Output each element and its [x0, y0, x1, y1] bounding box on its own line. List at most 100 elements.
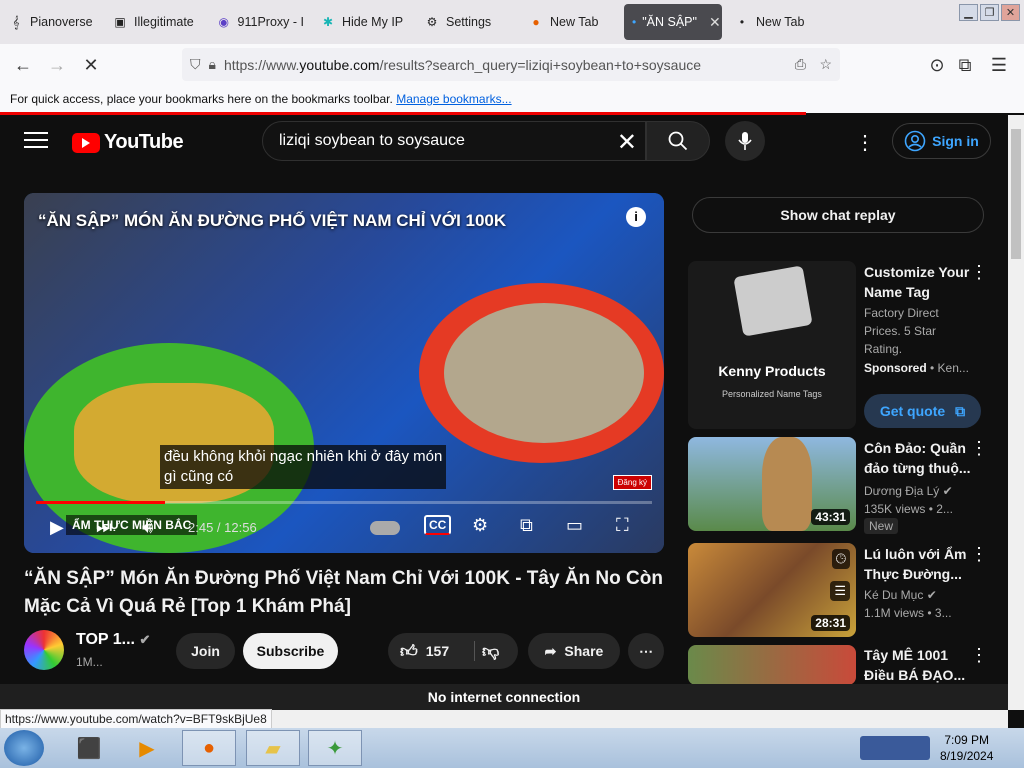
close-tab-icon[interactable]: ✕: [709, 14, 721, 31]
stop-icon[interactable]: ✕: [74, 48, 108, 82]
tracking-shield-icon[interactable]: ⛉: [190, 56, 201, 73]
video-menu-icon-2[interactable]: ⋮: [970, 544, 988, 565]
taskbar-media-icon[interactable]: ⬛: [62, 730, 116, 766]
vertical-scrollbar[interactable]: [1008, 115, 1024, 710]
tab-pianoverse[interactable]: 𝄞 Pianoverse: [0, 4, 104, 40]
tab-new-tab-1[interactable]: ● New Tab: [520, 4, 620, 40]
clear-search-icon[interactable]: ✕: [617, 128, 637, 157]
join-button[interactable]: Join: [176, 633, 235, 669]
tab-youtube-active[interactable]: • "ĂN SẬP" ✕: [624, 4, 722, 40]
thumbs-down-icon[interactable]: 👎︎: [482, 641, 499, 662]
proxy-icon: ◉: [218, 15, 229, 29]
like-button[interactable]: 👍︎ 157 👎︎: [388, 633, 518, 669]
youtube-logo[interactable]: YouTube: [72, 131, 184, 154]
start-button[interactable]: [4, 730, 44, 766]
name-tag-image: [733, 265, 813, 337]
settings-kebab-icon[interactable]: ⋮: [855, 130, 875, 155]
more-actions-button[interactable]: ⋯: [628, 633, 664, 669]
video-menu-icon-1[interactable]: ⋮: [970, 438, 988, 459]
divider: [474, 641, 475, 661]
fullscreen-icon[interactable]: ⛶: [616, 515, 629, 536]
video-title-3[interactable]: Tây MÊ 1001 Điều BÁ ĐẠO...: [864, 645, 974, 685]
ad-title[interactable]: Customize Your Name Tag: [864, 262, 974, 302]
next-icon[interactable]: ⏭: [96, 517, 112, 538]
system-clock[interactable]: 7:09 PM 8/19/2024: [940, 732, 993, 764]
search-button[interactable]: [646, 121, 710, 161]
hamburger-menu-icon[interactable]: [24, 132, 48, 150]
theater-mode-icon[interactable]: ▭: [566, 515, 583, 536]
autoplay-toggle[interactable]: [370, 521, 400, 535]
video-thumbnail-3[interactable]: [688, 645, 856, 685]
video-thumbnail-1[interactable]: 43:31: [688, 437, 856, 531]
verified-icon: ✔: [926, 588, 937, 602]
play-icon[interactable]: ▶: [50, 517, 64, 538]
video-title: “ĂN SẬP” Món Ăn Đường Phố Việt Nam Chỉ V…: [24, 568, 663, 617]
bookmark-star-icon[interactable]: ☆: [819, 56, 832, 73]
watch-later-icon[interactable]: 🕒︎: [831, 549, 850, 569]
channel-name[interactable]: TOP 1... ✔: [76, 631, 150, 649]
forward-icon[interactable]: →: [40, 48, 74, 82]
taskbar-firefox-icon[interactable]: ●: [182, 730, 236, 766]
channel-avatar[interactable]: [24, 630, 64, 670]
youtube-play-icon: [72, 132, 100, 153]
add-to-queue-icon[interactable]: ☰: [830, 581, 850, 601]
tab-illegitimate[interactable]: ▣ Illegitimate: [104, 4, 208, 40]
share-icon: ➦: [544, 642, 557, 659]
video-title-1[interactable]: Côn Đảo: Quần đảo từng thuộ...: [864, 438, 974, 478]
taskbar-media-player-icon[interactable]: ▶: [120, 730, 174, 766]
sign-in-button[interactable]: Sign in: [892, 123, 991, 159]
back-icon[interactable]: ←: [6, 48, 40, 82]
search-input[interactable]: liziqi soybean to soysauce ✕: [262, 121, 646, 161]
video-title-2[interactable]: Lú luôn với Ẩm Thực Đường...: [864, 544, 974, 584]
volume-icon[interactable]: 🔊︎: [142, 517, 153, 538]
taskbar-explorer-icon[interactable]: ▰: [246, 730, 300, 766]
taskbar-network-icon[interactable]: ✦: [308, 730, 362, 766]
thumbs-up-icon: 👍︎: [400, 641, 418, 661]
channel-name-1[interactable]: Dương Địa Lý ✔: [864, 482, 953, 500]
get-quote-button[interactable]: Get quote ⧉: [864, 394, 981, 428]
ad-thumb-subtitle: Personalized Name Tags: [722, 389, 822, 399]
windows-taskbar: ⬛ ▶ ● ▰ ✦ 7:09 PM 8/19/2024: [0, 728, 1024, 768]
tab-911proxy[interactable]: ◉ 911Proxy - I: [208, 4, 312, 40]
close-window-button[interactable]: ✕: [1001, 4, 1020, 21]
page-icon: ▣: [114, 15, 126, 29]
miniplayer-icon[interactable]: ⧉: [520, 515, 533, 536]
menu-icon[interactable]: ☰: [982, 48, 1016, 82]
verified-icon: ✔: [139, 632, 151, 647]
ad-thumbnail[interactable]: Kenny Products Personalized Name Tags: [688, 261, 856, 429]
player-overlay-title: “ĂN SẬP” MÓN ĂN ĐƯỜNG PHỐ VIỆT NAM CHỈ V…: [38, 211, 507, 230]
reader-icon[interactable]: ⎙: [795, 56, 806, 73]
minimize-button[interactable]: ▁: [959, 4, 978, 21]
url-bar[interactable]: ⛉ 🔒︎ https://www. youtube.com/results?sea…: [182, 48, 840, 81]
tab-new-tab-2[interactable]: • New Tab: [726, 4, 826, 40]
gear-icon: ⚙: [426, 15, 438, 29]
lock-icon: 🔒︎: [208, 56, 216, 72]
progress-bar[interactable]: [36, 501, 652, 504]
channel-name-2[interactable]: Ké Du Mục ✔: [864, 586, 937, 604]
search-icon: [668, 131, 688, 151]
share-button[interactable]: ➦ Share: [528, 633, 620, 669]
window-controls: ▁ ❐ ✕: [959, 4, 1020, 21]
video-menu-icon-3[interactable]: ⋮: [970, 645, 988, 666]
manage-bookmarks-link[interactable]: Manage bookmarks...: [396, 92, 511, 106]
account-icon: [904, 130, 926, 152]
settings-gear-icon[interactable]: ⚙: [472, 515, 488, 536]
extensions-icon[interactable]: ⧉: [948, 48, 982, 82]
scrollbar-thumb[interactable]: [1011, 129, 1021, 259]
info-icon[interactable]: i: [626, 207, 646, 227]
subscribe-button[interactable]: Subscribe: [243, 633, 338, 669]
duration-badge: 28:31: [811, 615, 850, 631]
subscribe-watermark[interactable]: Đăng ký: [612, 475, 652, 490]
video-player[interactable]: “ĂN SẬP” MÓN ĂN ĐƯỜNG PHỐ VIỆT NAM CHỈ V…: [24, 193, 664, 553]
voice-search-button[interactable]: [725, 121, 765, 161]
show-chat-replay-button[interactable]: Show chat replay: [692, 197, 984, 233]
video-thumbnail-2[interactable]: 🕒︎ ☰ 28:31: [688, 543, 856, 637]
closed-captions-icon[interactable]: CC: [424, 515, 452, 535]
tab-hidemyip[interactable]: ✱ Hide My IP: [312, 4, 416, 40]
tray-icons[interactable]: [860, 736, 930, 760]
ad-menu-icon[interactable]: ⋮: [970, 262, 988, 283]
tab-settings[interactable]: ⚙ Settings: [416, 4, 520, 40]
restore-button[interactable]: ❐: [980, 4, 999, 21]
time-display: 2:45 / 12:56: [188, 520, 257, 535]
piano-icon: 𝄞: [12, 14, 20, 29]
